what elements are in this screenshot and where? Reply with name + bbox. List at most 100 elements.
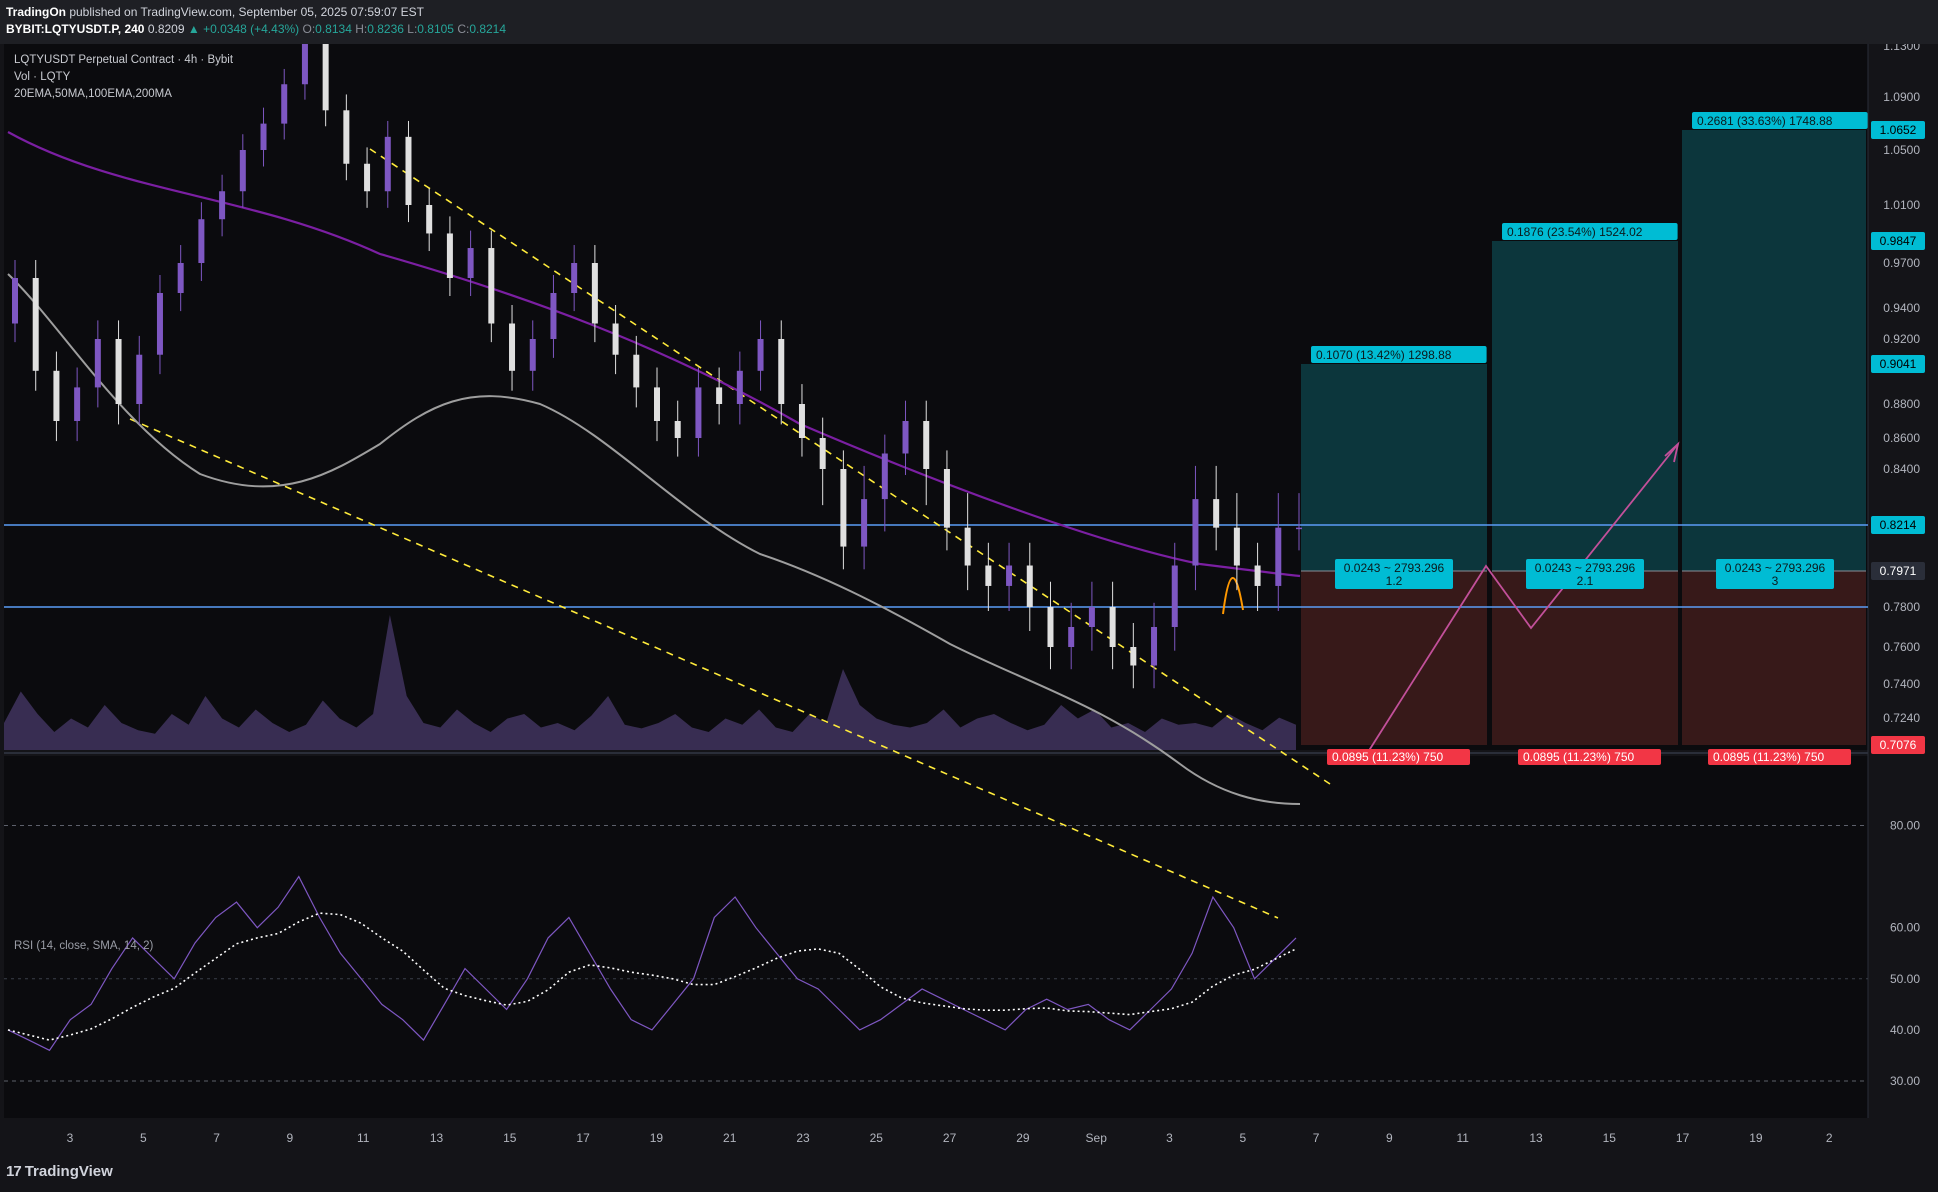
- legend-title[interactable]: LQTYUSDT Perpetual Contract · 4h · Bybit: [14, 52, 233, 69]
- chart-canvas[interactable]: 0.1070 (13.42%) 1298.88 0.0243 ~ 2793.296…: [0, 44, 1938, 1156]
- candle-body: [964, 527, 971, 566]
- rsi-tick: 40.00: [1890, 1023, 1920, 1037]
- candle-body: [571, 263, 578, 293]
- time-tick: 3: [67, 1131, 74, 1145]
- candle-body: [1213, 499, 1220, 528]
- candle-body: [1130, 647, 1137, 666]
- price-label: 1.0652: [1880, 123, 1917, 137]
- price-label: 0.7076: [1880, 738, 1917, 752]
- candle-body: [405, 136, 412, 205]
- candle-body: [819, 438, 826, 469]
- tradingview-brand[interactable]: 17 TradingView: [6, 1163, 113, 1180]
- time-tick: 11: [1456, 1131, 1469, 1145]
- candle-body: [343, 110, 350, 164]
- price-tick: 0.7800: [1883, 600, 1920, 614]
- position-entry-label-top: 0.0243 ~ 2793.296: [1344, 561, 1445, 575]
- rsi-tick: 50.00: [1890, 972, 1920, 986]
- candle-body: [674, 421, 681, 438]
- position-target-label: 0.2681 (33.63%) 1748.88: [1697, 114, 1833, 128]
- candle-body: [861, 499, 868, 547]
- price-tick: 0.7240: [1883, 711, 1920, 725]
- candle-body: [1254, 565, 1261, 586]
- position-profit-zone: [1682, 130, 1866, 571]
- symbol[interactable]: BYBIT:LQTYUSDT.P, 240: [6, 22, 144, 36]
- rsi-pane-bg: [4, 756, 1868, 1118]
- candle-body: [32, 278, 39, 371]
- candle-body: [509, 323, 516, 371]
- candle-body: [364, 163, 371, 192]
- rsi-legend[interactable]: RSI (14, close, SMA, 14, 2): [14, 940, 153, 952]
- price-label: 0.7971: [1880, 564, 1917, 578]
- candle-body: [881, 453, 888, 500]
- candle-body: [654, 387, 660, 421]
- tradingview-logo-icon: 17: [6, 1163, 22, 1180]
- candle-body: [1109, 607, 1116, 647]
- time-tick: 7: [1313, 1131, 1320, 1145]
- position-entry-label-bottom: 3: [1772, 574, 1779, 588]
- candle-body: [12, 278, 18, 324]
- time-tick: 27: [943, 1131, 957, 1145]
- candle-body: [53, 370, 60, 421]
- candle-body: [736, 370, 743, 404]
- position-stop-label: 0.0895 (11.23%) 750: [1332, 750, 1444, 764]
- candle-body: [778, 339, 785, 404]
- position-stop-label: 0.0895 (11.23%) 750: [1713, 750, 1825, 764]
- time-tick: 5: [1239, 1131, 1246, 1145]
- candle-body: [757, 339, 764, 371]
- candle-body: [591, 263, 598, 324]
- price-tick: 1.0900: [1883, 90, 1920, 104]
- candle-body: [1192, 499, 1199, 566]
- position-loss-zone: [1301, 571, 1487, 745]
- time-tick: 15: [503, 1131, 517, 1145]
- rsi-tick: 30.00: [1890, 1074, 1920, 1088]
- symbol-line: BYBIT:LQTYUSDT.P, 240 0.8209 ▲ +0.0348 (…: [6, 22, 506, 36]
- price-label: 0.9847: [1880, 234, 1917, 248]
- rsi-tick: 80.00: [1890, 819, 1920, 833]
- price-tick: 0.8800: [1883, 397, 1920, 411]
- candle-body: [94, 339, 101, 388]
- position-profit-zone: [1301, 364, 1487, 571]
- price-tick: 0.7400: [1883, 677, 1920, 691]
- close-value: 0.8214: [469, 22, 507, 36]
- candle-body: [281, 84, 288, 124]
- price-tick: 0.8400: [1883, 462, 1920, 476]
- publisher-name[interactable]: TradingOn: [6, 5, 66, 19]
- open-value: 0.8134: [315, 22, 352, 36]
- last-price: 0.8209: [147, 22, 185, 36]
- candle-body: [985, 565, 992, 586]
- time-tick: 7: [213, 1131, 220, 1145]
- candle-body: [840, 469, 847, 547]
- time-tick: 15: [1603, 1131, 1617, 1145]
- time-tick: 9: [1386, 1131, 1393, 1145]
- brand-name: TradingView: [24, 1163, 113, 1180]
- position-entry-label-bottom: 1.2: [1386, 574, 1403, 588]
- position-entry-label-bottom: 2.1: [1577, 574, 1594, 588]
- candle-body: [488, 248, 495, 324]
- time-tick: 19: [1749, 1131, 1763, 1145]
- position-entry-label-top: 0.0243 ~ 2793.296: [1535, 561, 1636, 575]
- candle-body: [384, 136, 391, 192]
- candle-body: [177, 263, 184, 293]
- legend-mas[interactable]: 20EMA,50MA,100EMA,200MA: [14, 86, 233, 103]
- close-label: C:: [457, 22, 470, 36]
- candle-body: [446, 233, 453, 278]
- low-value: 0.8105: [417, 22, 454, 36]
- time-tick: 5: [140, 1131, 147, 1145]
- time-tick: Sep: [1086, 1131, 1108, 1145]
- candle-body: [156, 293, 163, 355]
- time-tick: 11: [357, 1131, 370, 1145]
- time-tick: 3: [1166, 1131, 1173, 1145]
- candle-body: [1068, 627, 1075, 647]
- time-tick: 25: [870, 1131, 884, 1145]
- open-label: O:: [302, 22, 316, 36]
- price-tick: 0.9700: [1883, 256, 1920, 270]
- price-tick: 0.9200: [1883, 332, 1920, 346]
- candle-body: [716, 387, 723, 404]
- candle-body: [136, 354, 143, 404]
- legend-volume[interactable]: Vol · LQTY: [14, 69, 233, 86]
- footer: [0, 1156, 1938, 1192]
- candle-body: [902, 421, 909, 454]
- price-tick: 1.0100: [1883, 198, 1920, 212]
- candle-body: [115, 339, 122, 404]
- published-text: published on TradingView.com, September …: [66, 5, 425, 19]
